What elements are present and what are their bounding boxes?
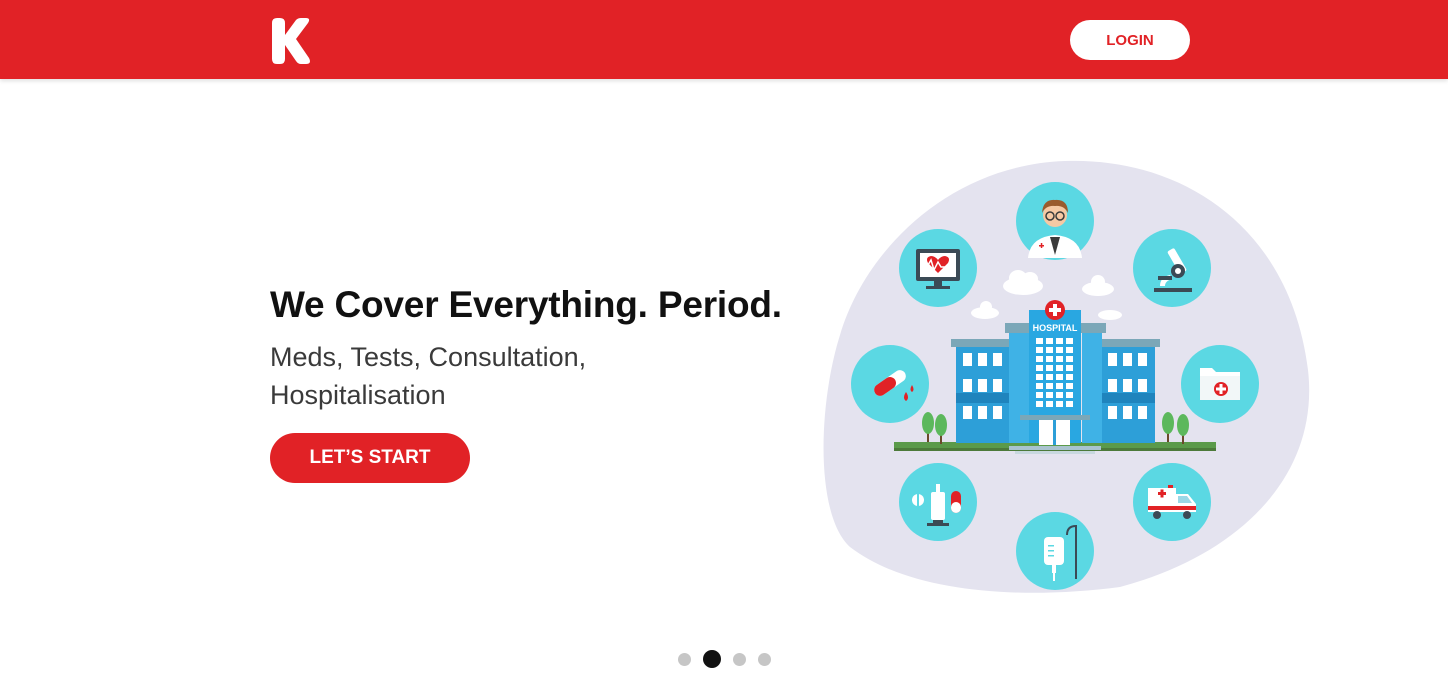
- window: [1138, 353, 1147, 366]
- medical-folder-icon: [1181, 345, 1259, 423]
- window: [1066, 347, 1073, 353]
- window: [1056, 383, 1063, 389]
- window: [1046, 392, 1053, 398]
- window: [1066, 383, 1073, 389]
- window: [993, 353, 1002, 366]
- carousel-dot-active[interactable]: [703, 650, 721, 668]
- window: [1036, 356, 1043, 362]
- healthcare-illustration: HOSPITAL: [823, 160, 1310, 593]
- window: [1123, 406, 1132, 419]
- test-tube-icon: [851, 345, 929, 423]
- window: [1138, 379, 1147, 392]
- ambulance-icon: [1133, 463, 1211, 541]
- window: [1046, 401, 1053, 407]
- window: [1036, 383, 1043, 389]
- window: [1066, 374, 1073, 380]
- window: [1123, 353, 1132, 366]
- red-cross-icon: [1045, 300, 1065, 320]
- window: [1056, 374, 1063, 380]
- iv-drip-icon: [1016, 512, 1094, 590]
- microscope-icon: [1133, 229, 1211, 307]
- window: [1123, 379, 1132, 392]
- window: [1066, 392, 1073, 398]
- hospital-sign: HOSPITAL: [1033, 323, 1078, 333]
- window: [1036, 338, 1043, 344]
- window: [978, 353, 987, 366]
- window: [1036, 365, 1043, 371]
- window: [1046, 374, 1053, 380]
- carousel-dot[interactable]: [678, 653, 691, 666]
- window: [963, 406, 972, 419]
- window: [1046, 347, 1053, 353]
- window: [1046, 383, 1053, 389]
- carousel-dot[interactable]: [758, 653, 771, 666]
- window: [978, 406, 987, 419]
- carousel-dot[interactable]: [733, 653, 746, 666]
- window: [1056, 347, 1063, 353]
- window: [1066, 365, 1073, 371]
- window: [1108, 379, 1117, 392]
- window: [1046, 365, 1053, 371]
- window: [1066, 401, 1073, 407]
- window: [1046, 338, 1053, 344]
- window: [1056, 338, 1063, 344]
- syringe-pills-icon: [899, 463, 977, 541]
- window: [1056, 365, 1063, 371]
- window: [1066, 356, 1073, 362]
- window: [993, 406, 1002, 419]
- window: [1036, 392, 1043, 398]
- window: [1056, 356, 1063, 362]
- window: [1108, 353, 1117, 366]
- logo-icon[interactable]: [270, 17, 312, 65]
- hero-headline: We Cover Everything. Period.: [270, 284, 782, 325]
- window: [1138, 406, 1147, 419]
- carousel-indicators: [676, 650, 776, 668]
- window: [963, 379, 972, 392]
- window: [1036, 347, 1043, 353]
- login-button[interactable]: LOGIN: [1070, 20, 1190, 60]
- window: [1056, 392, 1063, 398]
- window: [1046, 356, 1053, 362]
- window: [1036, 401, 1043, 407]
- window: [1108, 406, 1117, 419]
- window: [1036, 374, 1043, 380]
- top-navbar: LOGIN: [0, 0, 1448, 79]
- window: [963, 353, 972, 366]
- window: [1066, 338, 1073, 344]
- doctor-icon: [1016, 182, 1094, 260]
- window: [978, 379, 987, 392]
- window: [1056, 401, 1063, 407]
- hero-subline: Meds, Tests, Consultation, Hospitalisati…: [270, 342, 587, 410]
- window: [993, 379, 1002, 392]
- cloud-icon: [1098, 310, 1122, 320]
- lets-start-button[interactable]: LET’S START: [270, 433, 470, 483]
- heart-monitor-icon: [899, 229, 977, 307]
